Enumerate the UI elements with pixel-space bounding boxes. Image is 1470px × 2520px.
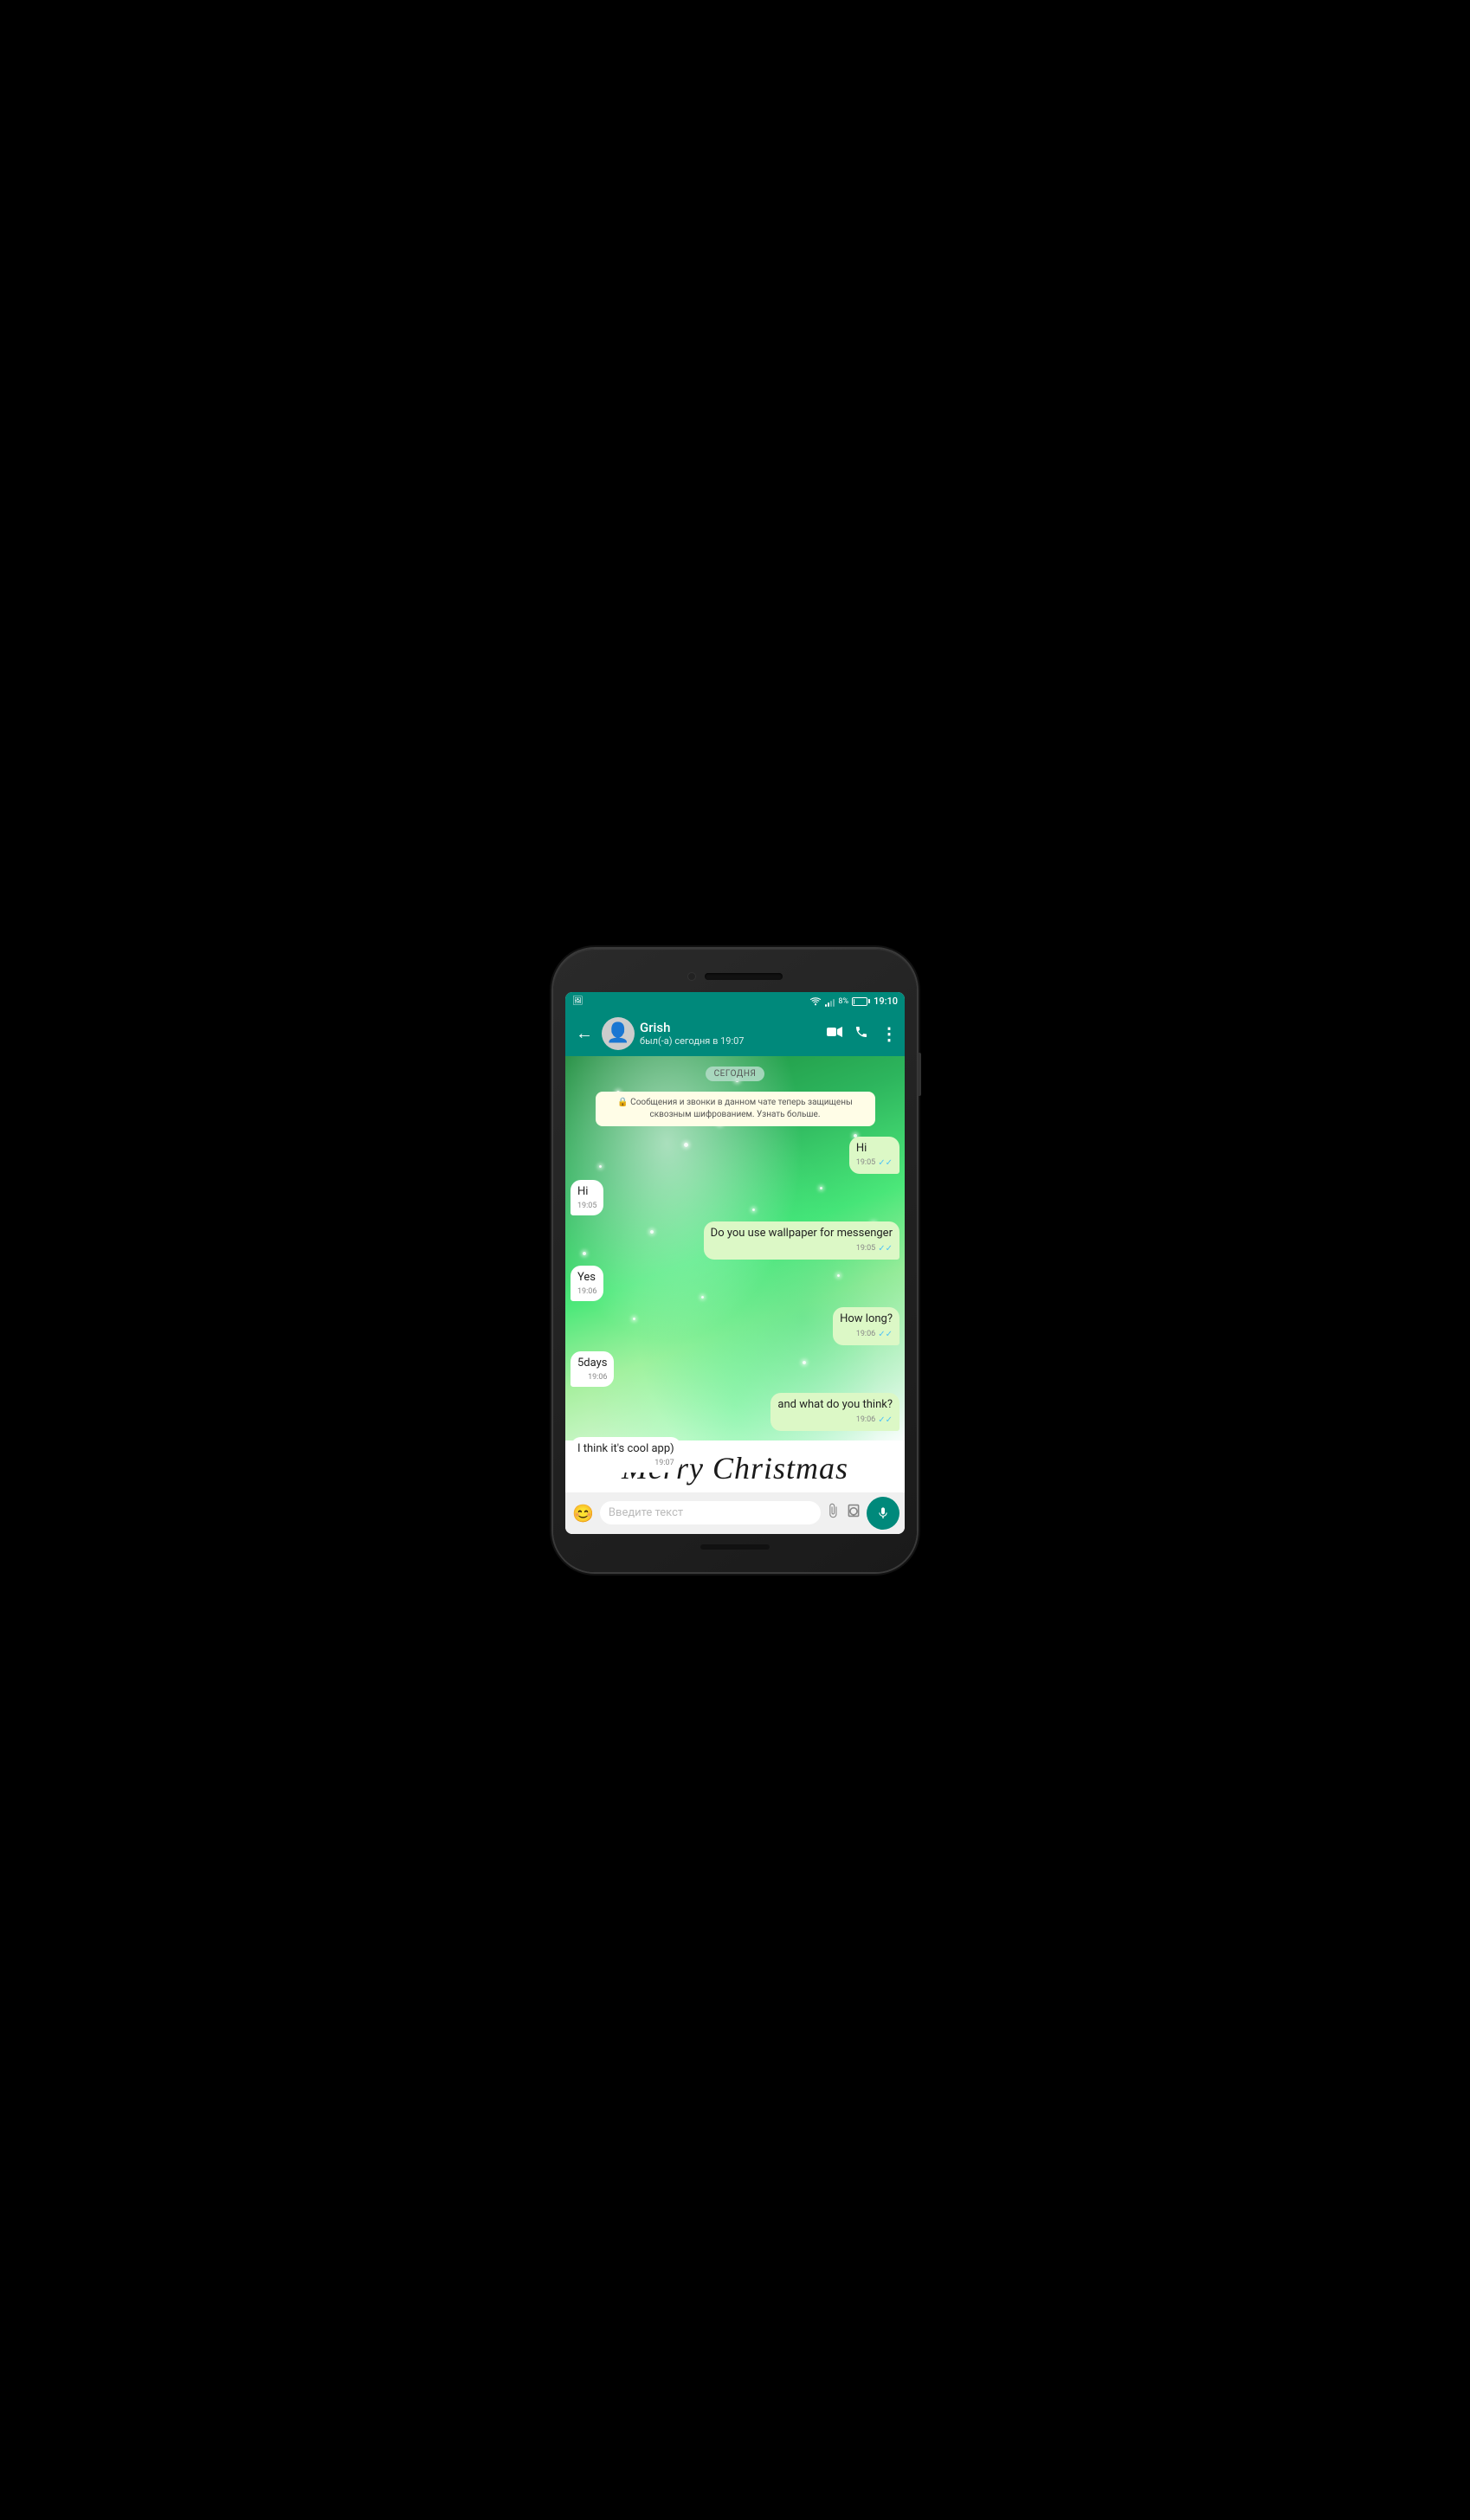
avatar[interactable]: 👤: [602, 1017, 635, 1050]
mic-button[interactable]: [867, 1497, 899, 1530]
message-text: Yes: [577, 1271, 596, 1284]
message-text: 5days: [577, 1357, 607, 1370]
read-receipt-icon: ✓✓: [878, 1329, 893, 1341]
video-call-icon[interactable]: [827, 1025, 842, 1041]
battery-icon: [852, 997, 870, 1006]
wifi-icon: [809, 996, 822, 1006]
read-receipt-icon: ✓✓: [878, 1157, 893, 1170]
signal-icon: [825, 996, 835, 1007]
speaker-grille: [705, 973, 783, 980]
power-button: [918, 1053, 921, 1096]
text-input[interactable]: Введите текст: [600, 1501, 821, 1524]
read-receipt-icon: ✓✓: [878, 1243, 893, 1255]
message-bubble-in[interactable]: Yes 19:06: [571, 1266, 603, 1302]
contact-name: Grish: [640, 1020, 822, 1035]
message-row: 5days 19:06: [571, 1351, 899, 1388]
system-message: 🔒 Сообщения и звонки в данном чате тепер…: [596, 1092, 875, 1126]
read-receipt-icon: ✓✓: [878, 1415, 893, 1427]
phone-top-bar: [565, 964, 905, 989]
chat-area[interactable]: СЕГОДНЯ 🔒 Сообщения и звонки в данном ча…: [565, 1056, 905, 1492]
message-bubble-in[interactable]: I think it's cool app) 19:07: [571, 1437, 681, 1473]
attach-button[interactable]: [825, 1503, 841, 1523]
contact-info[interactable]: Grish был(-а) сегодня в 19:07: [640, 1020, 822, 1047]
status-right: 8% 19:10: [809, 996, 898, 1007]
bottom-speaker: [700, 1544, 770, 1550]
more-options-icon[interactable]: ⋮: [880, 1023, 898, 1044]
message-text: and what do you think?: [777, 1398, 893, 1411]
camera-button[interactable]: [845, 1504, 862, 1522]
app-header: ← 👤 Grish был(-а) сегодня в 19:07: [565, 1011, 905, 1056]
message-row: Do you use wallpaper for messenger 19:05…: [571, 1221, 899, 1259]
message-bubble-out[interactable]: Do you use wallpaper for messenger 19:05…: [704, 1221, 899, 1259]
status-bar: 🖼 8%: [565, 992, 905, 1011]
message-meta: 19:05 ✓✓: [856, 1157, 893, 1170]
message-row: Hi 19:05 ✓✓: [571, 1137, 899, 1174]
message-text: Hi: [856, 1142, 867, 1155]
message-time: 19:07: [654, 1458, 674, 1469]
message-meta: 19:05 ✓✓: [711, 1243, 893, 1255]
message-bubble-in[interactable]: Hi 19:05: [571, 1180, 603, 1216]
message-time: 19:05: [856, 1243, 875, 1254]
back-button[interactable]: ←: [572, 1019, 596, 1047]
avatar-icon: 👤: [606, 1022, 629, 1044]
message-time: 19:05: [856, 1157, 875, 1169]
notification-icon: 🖼: [572, 996, 583, 1006]
status-time: 19:10: [874, 996, 898, 1007]
message-bubble-out[interactable]: How long? 19:06 ✓✓: [833, 1307, 899, 1344]
message-time: 19:06: [577, 1286, 596, 1298]
front-camera: [687, 972, 696, 981]
message-row: Hi 19:05: [571, 1180, 899, 1216]
status-left: 🖼: [572, 996, 583, 1006]
header-actions: ⋮: [827, 1023, 898, 1044]
message-meta: 19:05: [577, 1201, 596, 1212]
message-time: 19:06: [588, 1372, 607, 1383]
phone-call-icon[interactable]: [854, 1025, 868, 1042]
message-time: 19:05: [577, 1201, 596, 1212]
message-bubble-out[interactable]: and what do you think? 19:06 ✓✓: [770, 1393, 899, 1430]
emoji-button[interactable]: 😊: [571, 1501, 596, 1525]
phone-bottom: [565, 1537, 905, 1556]
message-text: I think it's cool app): [577, 1442, 674, 1455]
message-input-area: 😊 Введите текст: [565, 1492, 905, 1534]
date-badge: СЕГОДНЯ: [706, 1067, 765, 1081]
chat-content: СЕГОДНЯ 🔒 Сообщения и звонки в данном ча…: [565, 1056, 905, 1483]
message-meta: 19:06 ✓✓: [777, 1415, 893, 1427]
message-row: I think it's cool app) 19:07: [571, 1437, 899, 1473]
message-time: 19:06: [856, 1329, 875, 1340]
message-bubble-out[interactable]: Hi 19:05 ✓✓: [849, 1137, 899, 1174]
contact-status: был(-а) сегодня в 19:07: [640, 1035, 822, 1047]
phone-screen: 🖼 8%: [565, 992, 905, 1534]
message-row: and what do you think? 19:06 ✓✓: [571, 1393, 899, 1430]
message-row: How long? 19:06 ✓✓: [571, 1307, 899, 1344]
message-meta: 19:06: [577, 1286, 596, 1298]
message-text: Do you use wallpaper for messenger: [711, 1227, 893, 1240]
message-text: Hi: [577, 1185, 588, 1198]
message-meta: 19:07: [577, 1458, 674, 1469]
message-meta: 19:06 ✓✓: [840, 1329, 893, 1341]
message-time: 19:06: [856, 1415, 875, 1426]
phone-device: 🖼 8%: [553, 949, 917, 1572]
message-text: How long?: [840, 1312, 893, 1325]
message-bubble-in[interactable]: 5days 19:06: [571, 1351, 614, 1388]
message-row: Yes 19:06: [571, 1266, 899, 1302]
message-meta: 19:06: [577, 1372, 607, 1383]
battery-percent: 8%: [838, 997, 848, 1006]
input-container: Merry Christmas 😊 Введите текст: [565, 1492, 905, 1534]
